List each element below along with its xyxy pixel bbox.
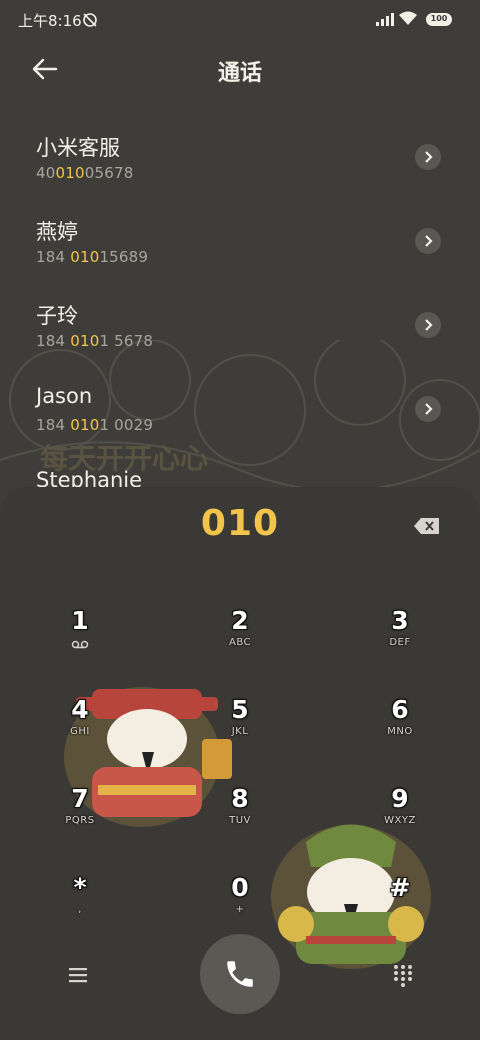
chevron-right-icon <box>425 403 433 415</box>
keypad-toggle-icon[interactable] <box>392 963 414 987</box>
menu-icon[interactable] <box>66 965 90 985</box>
signal-icon <box>376 13 394 26</box>
contact-item[interactable]: 燕婷 184 01015689 <box>0 216 480 300</box>
dialpad-key-2[interactable]: 2 ABC <box>180 607 300 683</box>
contact-item[interactable]: 小米客服 4001005678 <box>0 132 480 216</box>
contact-item[interactable]: 子玲 184 0101 5678 <box>0 300 480 384</box>
contact-detail-button[interactable] <box>415 312 441 338</box>
dialpad-key-9[interactable]: 9 WXYZ <box>340 785 460 861</box>
status-bar: 上午8:16 100 <box>0 0 480 40</box>
contact-detail-button[interactable] <box>415 228 441 254</box>
dialpad-key-6[interactable]: 6 MNO <box>340 696 460 772</box>
chevron-right-icon <box>425 151 433 163</box>
dialpad-panel: 010 1 2 ABC 3 DEF 4 GHI 5 JKL 6 MNO 7 PQ… <box>0 487 480 1040</box>
voicemail-icon <box>71 640 89 649</box>
contact-name: 小米客服 <box>36 136 120 160</box>
contact-detail-button[interactable] <box>415 144 441 170</box>
contact-detail-button[interactable] <box>415 396 441 422</box>
call-button[interactable] <box>200 934 280 1014</box>
battery-indicator: 100 <box>426 13 452 26</box>
dialpad-key-star[interactable]: *, <box>20 874 140 950</box>
dialpad-key-8[interactable]: 8 TUV <box>180 785 300 861</box>
contact-name: 子玲 <box>36 304 78 328</box>
wifi-icon <box>399 11 417 25</box>
dialed-number-display: 010 <box>200 503 280 544</box>
status-time: 上午8:16 <box>18 12 82 30</box>
dialpad-key-3[interactable]: 3 DEF <box>340 607 460 683</box>
dialpad-key-7[interactable]: 7 PQRS <box>20 785 140 861</box>
contact-number: 4001005678 <box>36 164 134 182</box>
contact-item[interactable]: Jason 184 0101 0029 <box>0 384 480 468</box>
chevron-right-icon <box>425 319 433 331</box>
contact-name: 燕婷 <box>36 220 78 244</box>
backspace-button[interactable] <box>414 517 440 535</box>
dialpad-key-5[interactable]: 5 JKL <box>180 696 300 772</box>
dialpad-key-1[interactable]: 1 <box>20 607 140 683</box>
do-not-disturb-icon <box>83 13 97 27</box>
page-title: 通话 <box>217 61 262 86</box>
contact-number: 184 0101 5678 <box>36 332 154 350</box>
chevron-right-icon <box>425 235 433 247</box>
contact-number: 184 01015689 <box>36 248 149 266</box>
phone-icon <box>227 961 253 987</box>
contact-number: 184 0101 0029 <box>36 416 154 434</box>
dialpad-key-4[interactable]: 4 GHI <box>20 696 140 772</box>
dialpad-key-hash[interactable]: # <box>340 874 460 950</box>
contact-name: Jason <box>36 384 93 408</box>
